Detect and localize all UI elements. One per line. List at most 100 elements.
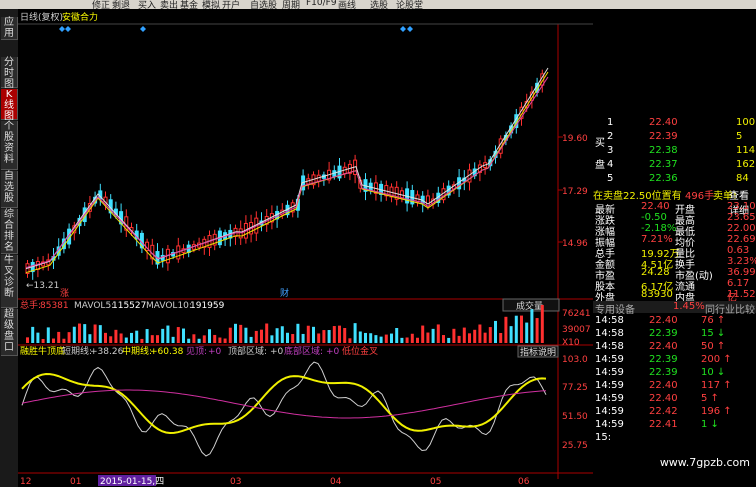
menu-item-6[interactable]: 开户: [222, 0, 240, 9]
stat-value-2: 3.23%: [727, 256, 756, 267]
volume-bar-24: [150, 335, 154, 343]
volume-bar-57: [322, 330, 326, 343]
volume-bar-47: [270, 335, 274, 343]
buy-level-num: 1: [607, 117, 614, 128]
price-label-1: 17.29: [562, 187, 588, 197]
tick-row-6: 14:59 22.40 5 ↑: [593, 393, 756, 405]
left-tab-3[interactable]: 个股资料: [1, 121, 18, 170]
volume-bar-97: [530, 309, 534, 343]
left-tab-bar: 应用分时图 K线图 个股资料 自选股 综合排名 牛叉诊断 超级盘口: [0, 9, 18, 487]
stat-value-2: 22.00: [727, 223, 756, 234]
volume-bar-84: [462, 327, 466, 343]
low-price-label: ←13.21: [26, 281, 59, 291]
volume-bar-54: [306, 325, 310, 343]
tick-row-7: 14:59 22.42 196 ↑: [593, 406, 756, 418]
tick-time: 14:58: [595, 328, 624, 339]
menu-item-4[interactable]: 基金: [180, 0, 198, 9]
volume-bar-72: [400, 337, 404, 343]
menu-item-9[interactable]: F10/F9: [306, 0, 337, 8]
menu-item-5[interactable]: 模拟: [202, 0, 220, 9]
volume-bar-61: [343, 328, 347, 343]
left-tab-0[interactable]: 应用: [1, 17, 18, 40]
tick-row-0: 14:58 22.40 76 ↑: [593, 315, 756, 327]
tick-volume: 15 ↓: [701, 328, 726, 339]
left-tab-6[interactable]: 牛叉诊断: [1, 255, 18, 308]
tick-row-8: 14:59 22.41 1 ↓: [593, 419, 756, 431]
short-line-label: 短期线:: [62, 345, 92, 357]
tick-price: 22.40: [649, 341, 678, 352]
volume-bar-5: [52, 338, 55, 343]
tick-time: 14:59: [595, 380, 624, 391]
volume-bar-26: [161, 328, 165, 343]
volume-axis-1: 39007: [562, 325, 591, 335]
tick-time: 14:59: [595, 419, 624, 430]
tick-time: 14:59: [595, 406, 624, 417]
menu-item-1[interactable]: 剩退: [112, 0, 130, 9]
tick-volume: 117 ↑: [701, 380, 732, 391]
volume-bar-56: [317, 333, 321, 343]
see-top-label: 见顶:: [186, 346, 207, 357]
menu-item-2[interactable]: 买入: [138, 0, 156, 9]
volume-bar-87: [478, 324, 482, 343]
tick-price: 22.42: [649, 406, 678, 417]
volume-bar-68: [379, 336, 383, 343]
stat-value-2: 0.63: [727, 245, 750, 256]
volume-bar-95: [520, 315, 523, 343]
left-tab-1[interactable]: 分时图: [1, 57, 18, 90]
left-tab-2[interactable]: K线图: [1, 89, 18, 122]
volume-bar-51: [291, 334, 295, 343]
volume-bar-7: [62, 338, 66, 343]
tick-row-1: 14:58 22.39 15 ↓: [593, 328, 756, 340]
menu-item-12[interactable]: 论股堂: [396, 0, 423, 9]
volume-bar-77: [426, 332, 430, 343]
mavol10-label: MAVOL10:: [146, 301, 192, 311]
left-tab-5[interactable]: 综合排名: [1, 209, 18, 254]
menu-item-8[interactable]: 周期: [282, 0, 300, 9]
see-top-value: +0: [208, 347, 222, 357]
buy-level-4: 5 22.36 84: [593, 173, 756, 185]
buy-level-num: 5: [607, 173, 614, 184]
menu-item-11[interactable]: 选股: [370, 0, 388, 9]
tick-volume: 200 ↑: [701, 354, 732, 365]
volume-total: 85381: [40, 301, 69, 311]
buy-level-3: 4 22.37 162: [593, 159, 756, 171]
volume-bar-35: [208, 329, 211, 343]
buy-level-1: 2 22.39 5: [593, 131, 756, 143]
volume-bar-58: [327, 330, 331, 343]
date-label-2: 2015-01-15,四: [100, 477, 164, 487]
volume-bar-20: [130, 332, 133, 343]
chart-title: 日线(复权): [20, 11, 63, 23]
mavol10-value: 191959: [190, 301, 225, 311]
menu-item-0[interactable]: 修正: [92, 0, 110, 9]
menu-item-7[interactable]: 自选股: [250, 0, 277, 9]
volume-bar-31: [187, 338, 191, 343]
volume-bar-93: [509, 326, 513, 343]
price-label-0: 19.60: [562, 134, 588, 144]
volume-bar-62: [348, 338, 352, 343]
volume-bar-88: [483, 332, 487, 343]
stat-value-1: 83930: [641, 289, 673, 300]
bottom-zone-label: 底部区域:: [284, 345, 323, 357]
order-qty: 496手: [685, 191, 715, 202]
volume-bar-8: [67, 332, 71, 343]
tick-row-4: 14:59 22.39 10 ↓: [593, 367, 756, 379]
volume-bar-98: [535, 318, 539, 343]
volume-bar-34: [202, 335, 206, 343]
left-tab-4[interactable]: 自选股: [1, 171, 18, 208]
left-tab-7[interactable]: 超级盘口: [1, 309, 18, 356]
indicator-help: 指标说明: [520, 346, 556, 358]
volume-bar-29: [176, 327, 180, 343]
buy-level-volume: 114: [736, 145, 756, 156]
tick-time: 14:58: [595, 341, 624, 352]
date-label-5: 05: [430, 477, 441, 487]
industry-label: 专用设备: [595, 305, 635, 316]
volume-bar-15: [104, 332, 107, 343]
volume-bar-73: [405, 337, 409, 343]
menu-item-10[interactable]: 画线: [338, 0, 356, 9]
tick-time: 14:59: [595, 354, 624, 365]
volume-bar-27: [166, 325, 170, 343]
volume-bar-32: [192, 334, 196, 343]
date-label-0: 12: [20, 477, 31, 487]
menu-item-3[interactable]: 卖出: [160, 0, 178, 9]
volume-bar-6: [57, 331, 61, 343]
